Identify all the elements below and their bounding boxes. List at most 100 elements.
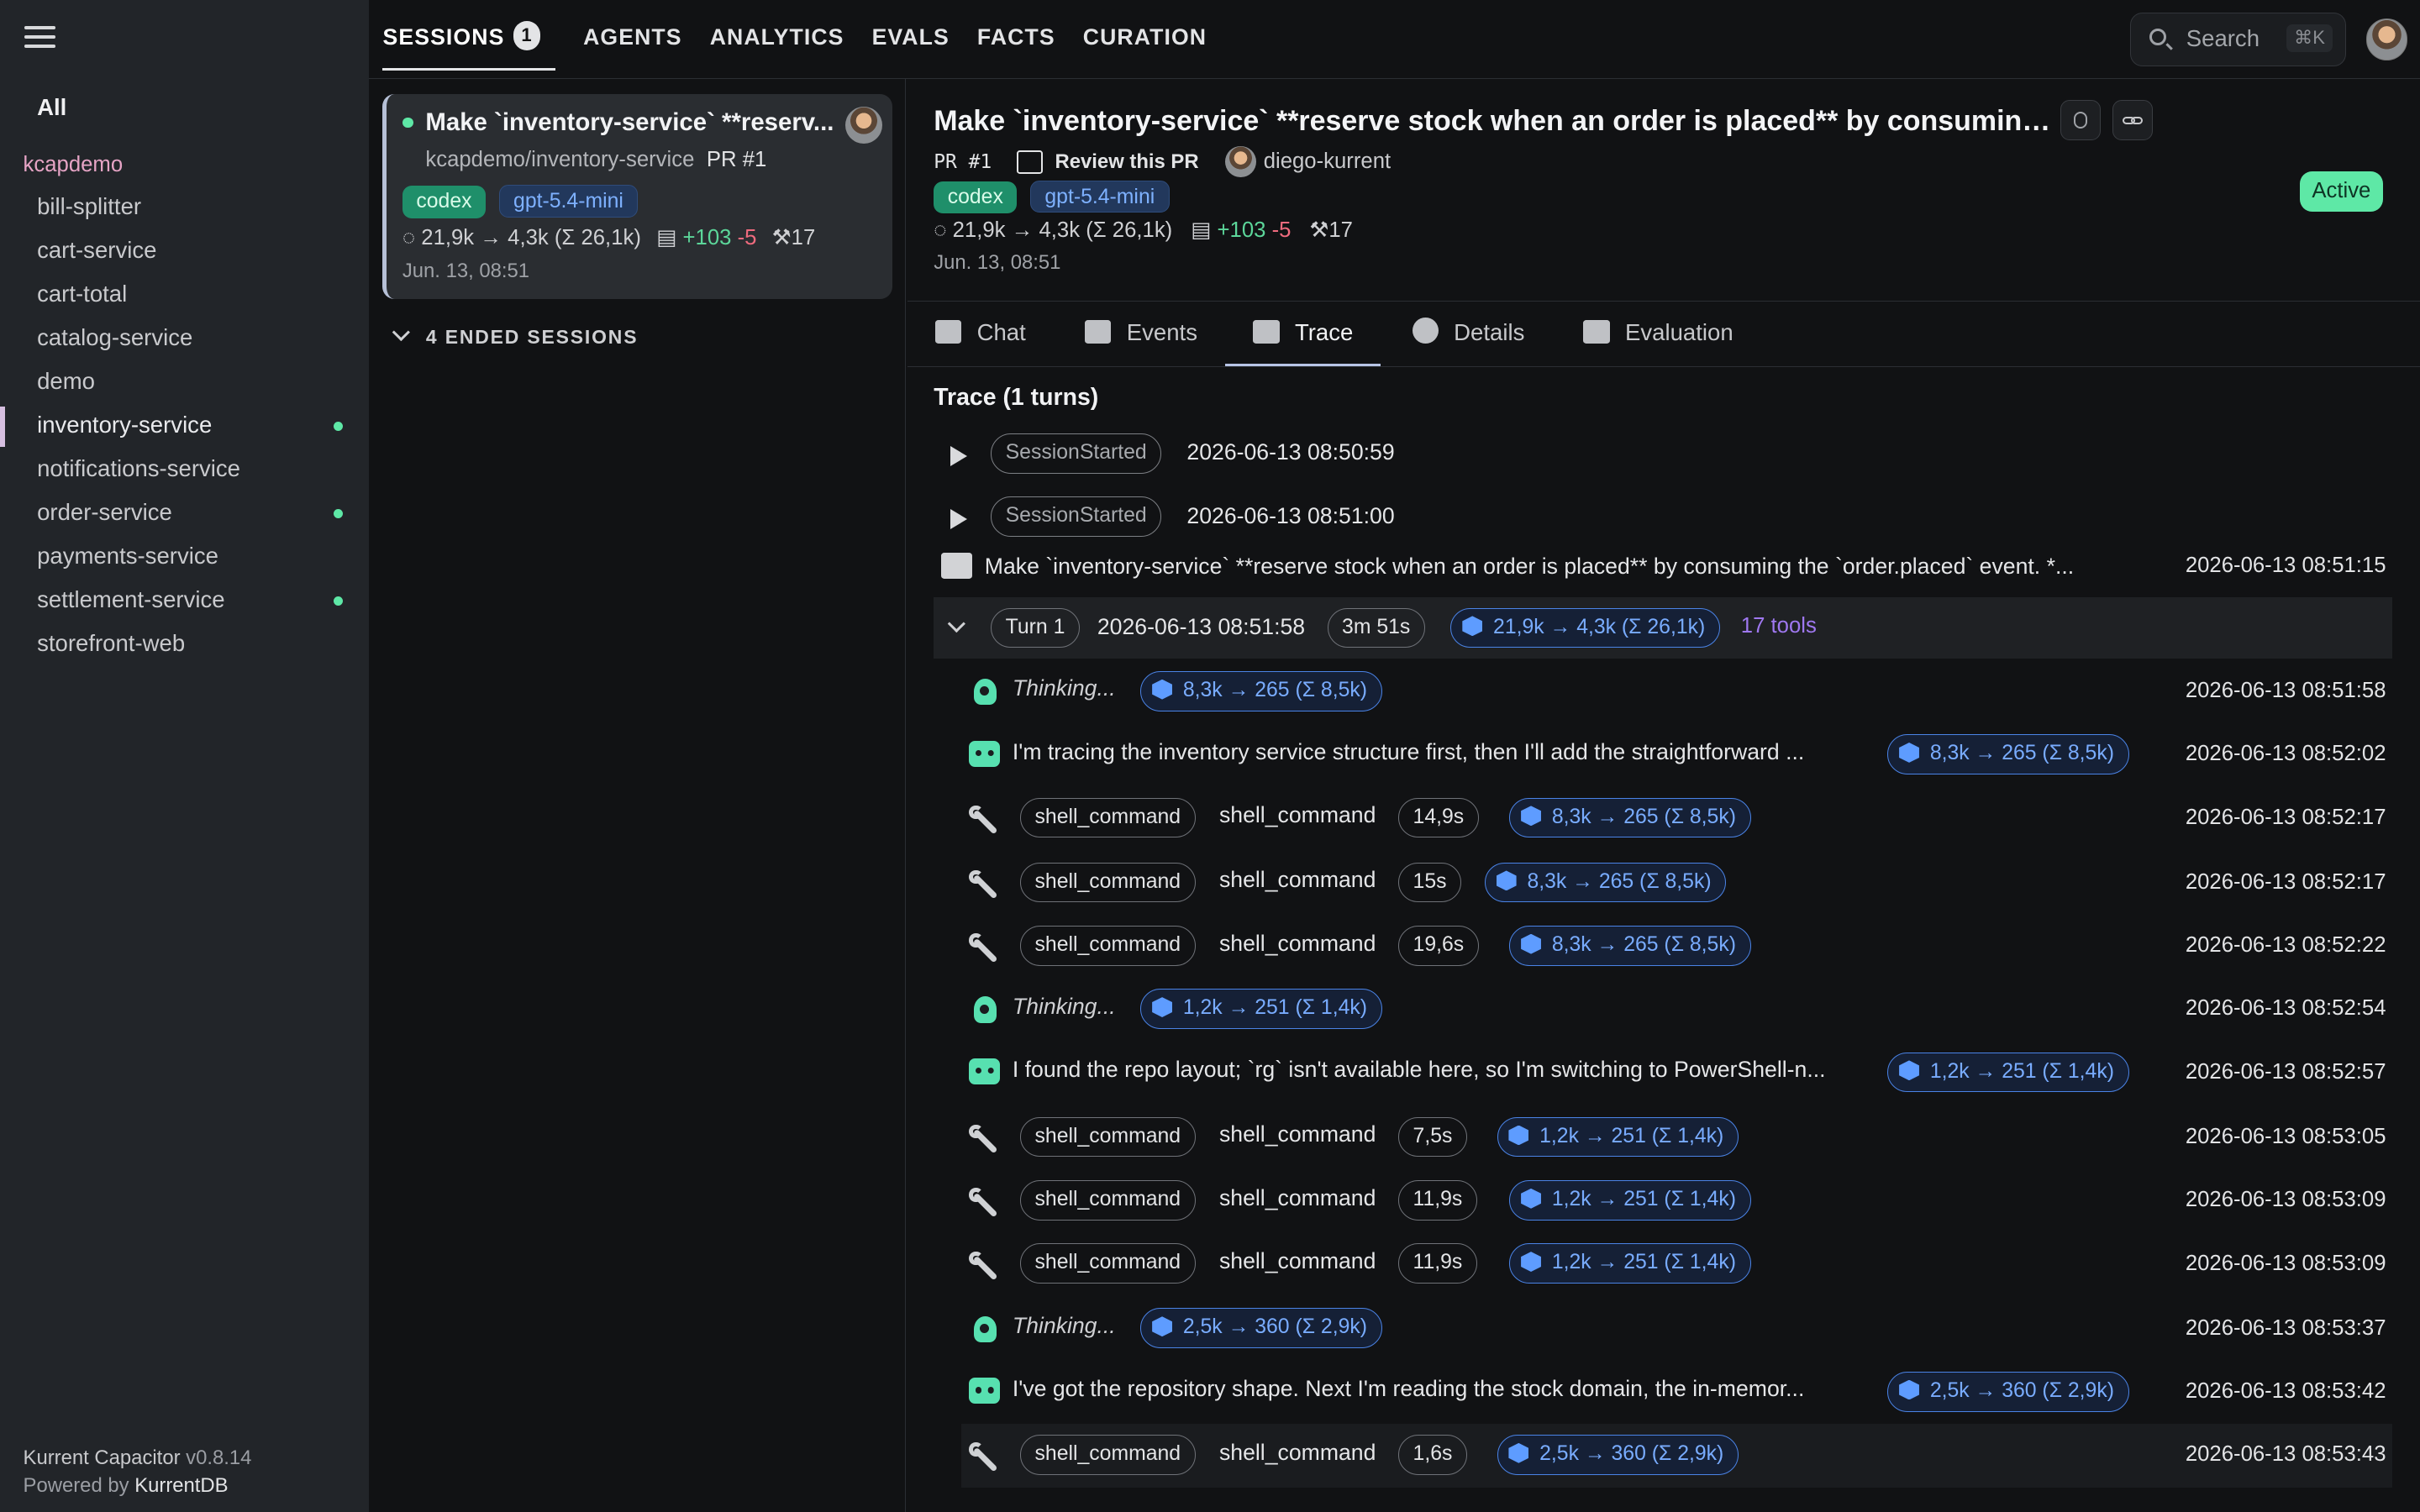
trace-step-row[interactable]: Thinking... 8,3k → 265 (Σ 8,5k) 2026-06-13…	[961, 660, 2392, 723]
tool-duration: 7,5s	[1398, 1116, 1467, 1158]
wrench-icon	[969, 933, 1000, 963]
trace-step-row[interactable]: shell_command shell_command 11,9s 1,2k → 25…	[961, 1169, 2392, 1232]
sidebar-item-cart-total[interactable]: cart-total	[0, 276, 369, 319]
chevron-down-icon[interactable]	[948, 614, 966, 633]
ended-sessions-toggle[interactable]: 4 ENDED SESSIONS	[391, 323, 639, 349]
sidebar-item-settlement-service[interactable]: settlement-service	[0, 581, 369, 625]
search-box[interactable]: Search ⌘K	[2129, 12, 2346, 66]
author-avatar	[1224, 146, 1256, 178]
tool-duration: 11,9s	[1398, 1180, 1477, 1221]
sidebar-item-cart-service[interactable]: cart-service	[0, 232, 369, 276]
sidebar-org[interactable]: kcapdemo	[24, 153, 124, 177]
token-usage: 1,2k → 251 (Σ 1,4k)	[1551, 1188, 1736, 1211]
tab-details-label: Details	[1454, 319, 1525, 346]
session-user-avatar	[844, 106, 883, 144]
token-usage-pill: 2,5k → 360 (Σ 2,9k)	[1140, 1308, 1382, 1349]
sidebar-item-demo[interactable]: demo	[0, 363, 369, 407]
tool-name: shell_command	[1218, 1247, 1376, 1273]
assistant-icon	[969, 740, 1001, 767]
token-usage-pill: 2,5k → 360 (Σ 2,9k)	[1497, 1435, 1739, 1475]
trace-step-row[interactable]: I've got the repository shape. Next I'm …	[961, 1361, 2392, 1424]
diff-icon: ▤	[1191, 218, 1212, 242]
token-usage-pill: 8,3k → 265 (Σ 8,5k)	[1140, 670, 1382, 711]
tool-pill: shell_command	[1020, 1243, 1196, 1284]
trace-step-row[interactable]: shell_command shell_command 15s 8,3k → 265 …	[961, 852, 2392, 915]
turn-row[interactable]: Turn 1 2026-06-13 08:51:58 3m 51s 21,9k …	[934, 596, 2392, 659]
nav-sessions-label: SESSIONS	[382, 24, 505, 50]
model-icon	[1496, 870, 1517, 891]
trace-step-row[interactable]: I found the repo layout; `rg` isn't avai…	[961, 1042, 2392, 1105]
model-icon	[1508, 1125, 1529, 1146]
model-icon	[1899, 1379, 1919, 1400]
token-usage-pill: 8,3k → 265 (Σ 8,5k)	[1484, 862, 1727, 903]
model-icon	[1899, 743, 1919, 763]
sidebar-item-bill-splitter[interactable]: bill-splitter	[0, 188, 369, 232]
model-icon	[1899, 1060, 1919, 1081]
trace-step-row[interactable]: Thinking... 1,2k → 251 (Σ 1,4k) 2026-06-13…	[961, 978, 2392, 1041]
tab-evaluation[interactable]: Evaluation	[1583, 302, 1733, 366]
tool-pill: shell_command	[1020, 1180, 1196, 1221]
wrench-icon	[969, 1442, 1000, 1473]
sidebar-item-catalog-service[interactable]: catalog-service	[0, 319, 369, 363]
trace-step-row[interactable]: shell_command shell_command 1,6s 2,5k → 360…	[961, 1424, 2392, 1488]
trace-step-row[interactable]: I'm tracing the inventory service struct…	[961, 723, 2392, 786]
sidebar-item-label: cart-total	[37, 281, 128, 307]
tool-pill: shell_command	[1020, 1435, 1196, 1475]
trace-event-row[interactable]: SessionStarted 2026-06-13 08:50:59	[934, 423, 2392, 486]
nav-analytics[interactable]: ANALYTICS	[710, 0, 844, 71]
sidebar-footer: Kurrent Capacitor v0.8.14 Powered by Kur…	[24, 1444, 252, 1499]
fingerprint-button[interactable]	[2060, 100, 2101, 141]
tab-trace[interactable]: Trace	[1225, 302, 1381, 367]
trace-step-row[interactable]: shell_command shell_command 19,6s 8,3k → 26…	[961, 915, 2392, 978]
session-card[interactable]: Make `inventory-service` **reserv... kca…	[382, 94, 892, 300]
sidebar-item-storefront-web[interactable]: storefront-web	[0, 625, 369, 669]
sidebar-item-label: settlement-service	[37, 585, 225, 612]
user-avatar[interactable]	[2365, 18, 2408, 60]
play-icon	[950, 509, 968, 530]
tab-chat[interactable]: Chat	[935, 302, 1026, 366]
trace-heading: Trace (1 turns)	[934, 384, 1099, 412]
token-usage-pill: 1,2k → 251 (Σ 1,4k)	[1509, 1180, 1751, 1221]
trace-step-row[interactable]: shell_command shell_command 11,9s 1,2k → 25…	[961, 1233, 2392, 1296]
author-name[interactable]: diego-kurrent	[1264, 150, 1391, 174]
nav-sessions[interactable]: SESSIONS 1	[382, 0, 556, 71]
wrench-icon	[969, 805, 1000, 835]
review-pr-link[interactable]: Review this PR	[1055, 150, 1199, 174]
tool-pill: shell_command	[1020, 862, 1196, 903]
tab-details[interactable]: Details	[1412, 302, 1525, 366]
menu-icon[interactable]	[24, 26, 56, 50]
step-time: 2026-06-13 08:52:57	[2185, 1059, 2386, 1084]
chart-icon	[1583, 320, 1610, 344]
thinking-label: Thinking...	[1012, 993, 1116, 1019]
model-icon	[1521, 933, 1541, 954]
trace-step-row[interactable]: shell_command shell_command 14,9s 8,3k → 26…	[961, 787, 2392, 850]
copy-link-button[interactable]	[2112, 100, 2154, 141]
model-chip: gpt-5.4-mini	[498, 185, 639, 218]
prompt-row[interactable]: Make `inventory-service` **reserve stock…	[934, 546, 2392, 596]
nav-evals[interactable]: EVALS	[872, 0, 950, 71]
nav-curation[interactable]: CURATION	[1083, 0, 1207, 71]
sidebar-item-inventory-service[interactable]: inventory-service	[0, 406, 369, 450]
trace-step-row[interactable]: Thinking... 2,5k → 360 (Σ 2,9k) 2026-06-13…	[961, 1298, 2392, 1361]
trace-step-row[interactable]: shell_command shell_command 7,5s 1,2k → 251…	[961, 1106, 2392, 1169]
top-bar: SESSIONS 1 AGENTS ANALYTICS EVALS FACTS C…	[368, 0, 2420, 79]
step-time: 2026-06-13 08:53:37	[2185, 1315, 2386, 1340]
nav-agents[interactable]: AGENTS	[583, 0, 682, 71]
token-usage: 2,5k → 360 (Σ 2,9k)	[1539, 1442, 1724, 1466]
active-indicator-dot	[333, 509, 343, 519]
kurrentdb-link[interactable]: KurrentDB	[134, 1474, 228, 1497]
lines-removed: -5	[737, 226, 757, 250]
sidebar-all[interactable]: All	[37, 94, 66, 121]
nav-facts[interactable]: FACTS	[977, 0, 1055, 71]
tool-name: shell_command	[1218, 1184, 1376, 1210]
trace-event-row[interactable]: SessionStarted 2026-06-13 08:51:00	[934, 486, 2392, 549]
sidebar-item-label: notifications-service	[37, 454, 240, 481]
status-badge: Active	[2299, 171, 2384, 212]
token-usage: 1,2k → 251 (Σ 1,4k)	[1551, 1251, 1736, 1274]
sidebar-item-payments-service[interactable]: payments-service	[0, 538, 369, 581]
sidebar-item-order-service[interactable]: order-service	[0, 494, 369, 538]
sidebar-repo-list: bill-splitter cart-service cart-total catal…	[0, 188, 369, 669]
chat-icon	[935, 320, 962, 344]
tab-events[interactable]: Events	[1085, 302, 1197, 366]
sidebar-item-notifications-service[interactable]: notifications-service	[0, 450, 369, 494]
